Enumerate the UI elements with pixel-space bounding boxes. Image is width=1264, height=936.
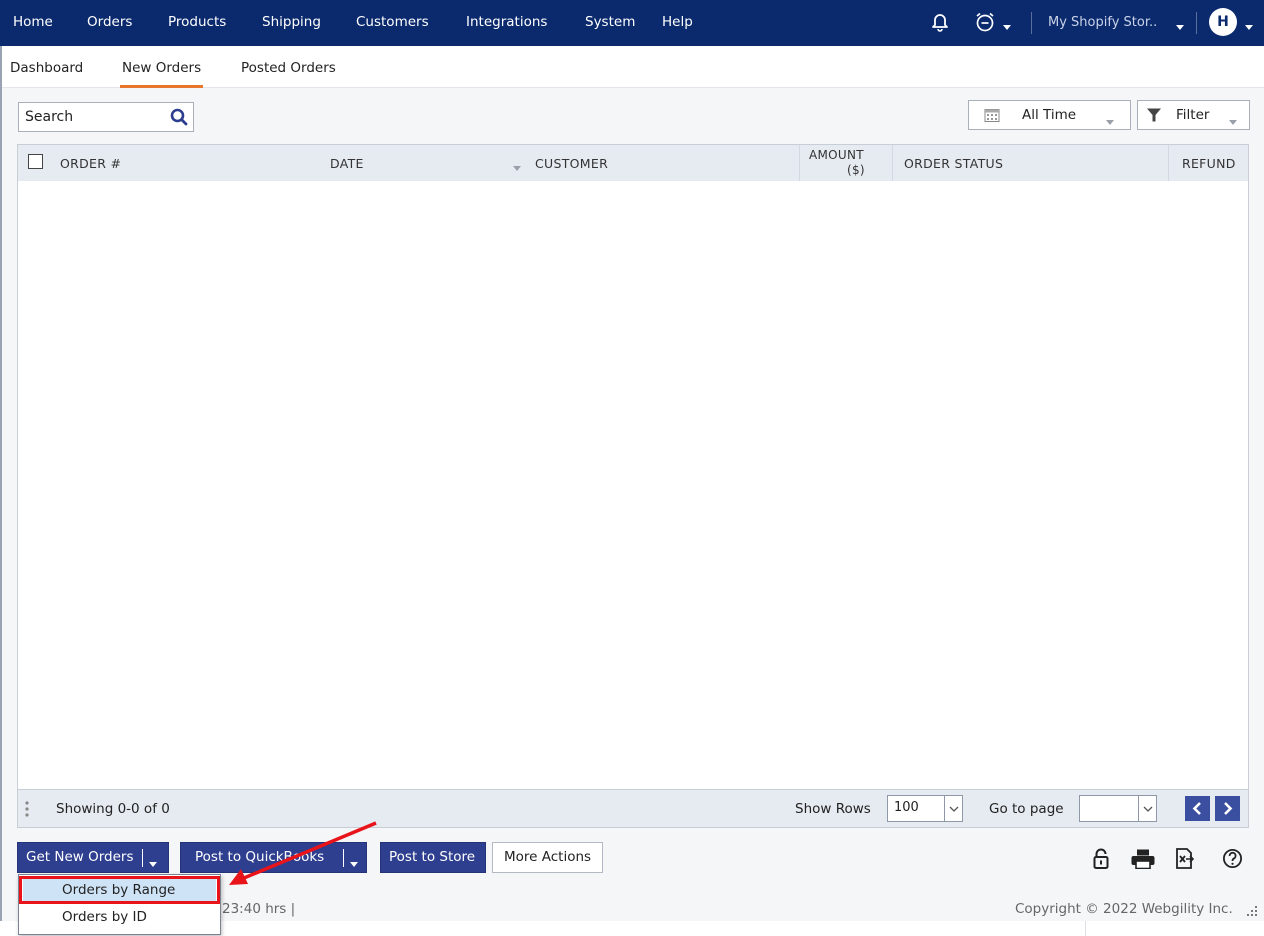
sub-tab-bar: Dashboard New Orders Posted Orders (0, 46, 1264, 88)
nav-products[interactable]: Products (168, 14, 226, 30)
nav-integrations[interactable]: Integrations (466, 14, 547, 30)
column-divider (1168, 145, 1169, 181)
alarm-clock-icon[interactable] (975, 11, 995, 37)
showing-count: Showing 0-0 of 0 (56, 801, 170, 817)
search-box[interactable] (18, 102, 194, 132)
nav-divider (1031, 12, 1032, 34)
chevron-down-icon (1229, 113, 1237, 129)
help-icon[interactable] (1222, 848, 1243, 873)
next-page-button[interactable] (1215, 796, 1240, 821)
store-selector[interactable]: My Shopify Stor.. (1048, 15, 1157, 30)
date-range-value: All Time (1022, 107, 1077, 123)
drag-handle-icon[interactable] (24, 799, 30, 823)
footer-right-panel (1085, 921, 1264, 936)
alarm-dropdown-caret-icon[interactable] (1003, 20, 1011, 35)
nav-divider (1196, 12, 1197, 34)
table-header: ORDER # DATE CUSTOMER AMOUNT ($) ORDER S… (18, 145, 1248, 181)
nav-orders[interactable]: Orders (87, 14, 132, 30)
column-order-number[interactable]: ORDER # (60, 156, 121, 171)
button-divider (343, 849, 344, 867)
nav-system[interactable]: System (585, 14, 635, 30)
column-refund[interactable]: REFUND (1182, 156, 1236, 171)
store-dropdown-caret-icon[interactable] (1176, 20, 1184, 35)
menu-item-orders-by-id[interactable]: Orders by ID (23, 905, 216, 931)
filter-button[interactable]: Filter (1137, 100, 1250, 130)
column-amount-unit: ($) (847, 163, 865, 177)
select-all-checkbox[interactable] (28, 154, 43, 169)
print-icon[interactable] (1131, 849, 1155, 873)
sort-descending-icon[interactable] (513, 160, 521, 175)
nav-customers[interactable]: Customers (356, 14, 429, 30)
post-to-quickbooks-label: Post to QuickBooks (195, 849, 325, 865)
export-excel-icon[interactable] (1174, 848, 1195, 873)
top-navigation-bar: Home Orders Products Shipping Customers … (0, 0, 1264, 46)
menu-item-label: Orders by ID (62, 909, 147, 925)
column-date[interactable]: DATE (330, 156, 364, 171)
show-rows-label: Show Rows (795, 801, 871, 817)
search-icon[interactable] (170, 108, 188, 130)
nav-shipping[interactable]: Shipping (262, 14, 321, 30)
date-range-select[interactable]: All Time (968, 100, 1131, 130)
go-to-page-label: Go to page (989, 801, 1064, 817)
tab-posted-orders[interactable]: Posted Orders (241, 60, 336, 76)
tab-new-orders[interactable]: New Orders (119, 60, 204, 88)
funnel-icon (1146, 107, 1162, 127)
calendar-icon (984, 107, 1000, 127)
post-to-store-button[interactable]: Post to Store (380, 842, 486, 873)
pagination-bar: Showing 0-0 of 0 Show Rows 100 Go to pag… (17, 790, 1249, 828)
user-avatar[interactable]: H (1209, 8, 1237, 36)
unlock-icon[interactable] (1092, 848, 1110, 874)
window-left-border (0, 46, 2, 921)
bell-icon[interactable] (931, 12, 949, 36)
column-amount[interactable]: AMOUNT (809, 148, 864, 162)
button-divider (142, 849, 143, 867)
column-divider (799, 145, 800, 181)
tab-dashboard[interactable]: Dashboard (10, 60, 83, 76)
column-divider (892, 145, 893, 181)
annotation-highlight-box (19, 876, 220, 904)
column-customer[interactable]: CUSTOMER (535, 156, 608, 171)
post-to-quickbooks-button[interactable]: Post to QuickBooks (180, 842, 367, 873)
more-actions-button[interactable]: More Actions (492, 842, 603, 873)
go-to-page-select[interactable] (1079, 795, 1157, 822)
column-order-status[interactable]: ORDER STATUS (904, 156, 1003, 171)
chevron-down-icon (1106, 113, 1114, 129)
resize-grip-icon[interactable] (1247, 906, 1259, 922)
copyright-text: Copyright © 2022 Webgility Inc. (1015, 901, 1233, 917)
rows-per-page-select[interactable]: 100 (887, 795, 963, 822)
chevron-down-icon[interactable] (944, 796, 962, 821)
search-input[interactable] (19, 103, 164, 131)
get-new-orders-button[interactable]: Get New Orders (17, 842, 169, 873)
previous-page-button[interactable] (1185, 796, 1210, 821)
chevron-down-icon[interactable] (1138, 796, 1156, 821)
user-menu-caret-icon[interactable] (1245, 20, 1253, 35)
rows-per-page-value: 100 (894, 800, 919, 815)
nav-home[interactable]: Home (13, 14, 53, 30)
more-actions-label: More Actions (504, 849, 592, 865)
last-sync-time: 23:40 hrs | (222, 901, 296, 917)
orders-table: ORDER # DATE CUSTOMER AMOUNT ($) ORDER S… (17, 144, 1249, 790)
chevron-down-icon[interactable] (149, 856, 157, 872)
post-to-store-label: Post to Store (389, 849, 476, 865)
nav-help[interactable]: Help (662, 14, 693, 30)
chevron-down-icon[interactable] (350, 856, 358, 872)
get-new-orders-label: Get New Orders (26, 849, 134, 865)
filter-label: Filter (1176, 107, 1210, 123)
